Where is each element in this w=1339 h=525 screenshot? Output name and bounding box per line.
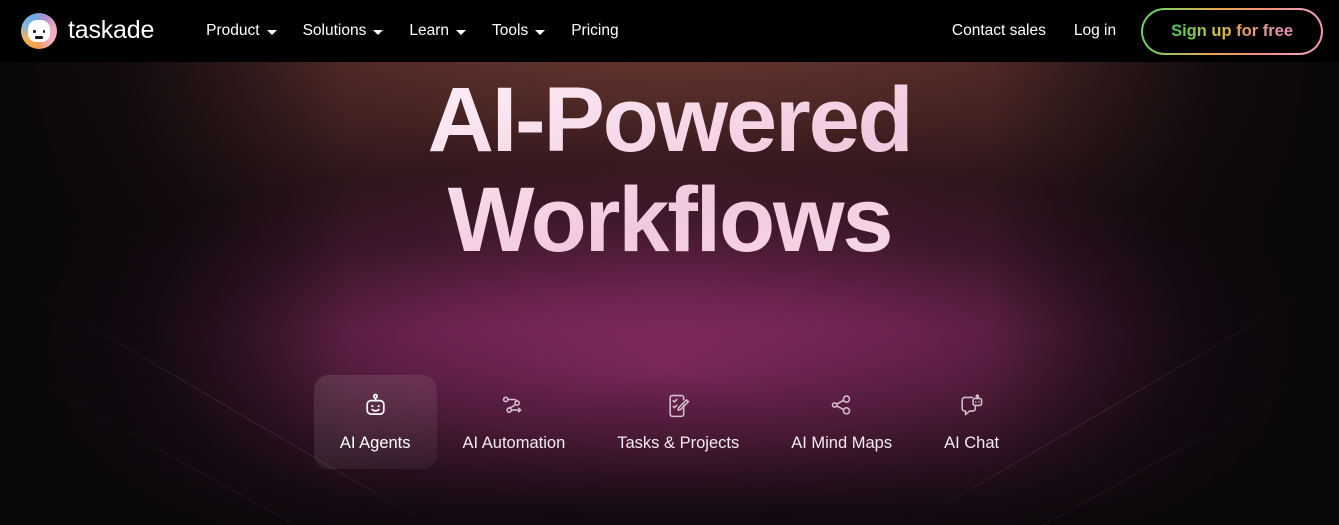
taskade-logo-icon bbox=[21, 13, 57, 49]
feature-tabs: AI Agents AI Automation Tasks & Projects… bbox=[0, 375, 1339, 469]
contact-sales-link[interactable]: Contact sales bbox=[938, 14, 1060, 48]
tab-ai-chat[interactable]: AI Chat bbox=[918, 375, 1025, 469]
nav-item-product[interactable]: Product bbox=[193, 14, 289, 48]
top-navigation-bar: taskade Product Solutions Learn Tools Pr… bbox=[0, 0, 1339, 62]
log-in-link[interactable]: Log in bbox=[1060, 14, 1130, 48]
tab-label: AI Agents bbox=[339, 434, 411, 452]
nav-item-label: Pricing bbox=[571, 22, 619, 39]
tab-tasks-and-projects[interactable]: Tasks & Projects bbox=[591, 375, 765, 469]
nav-item-solutions[interactable]: Solutions bbox=[290, 14, 397, 48]
robot-icon bbox=[362, 392, 389, 420]
brand-logo[interactable]: taskade bbox=[21, 13, 154, 49]
sign-up-button-label: Sign up for free bbox=[1171, 21, 1293, 40]
brand-name: taskade bbox=[68, 15, 155, 44]
nav-item-label: Tools bbox=[492, 22, 529, 39]
chevron-down-icon bbox=[266, 29, 277, 35]
tab-label: Tasks & Projects bbox=[617, 434, 740, 452]
sign-up-button[interactable]: Sign up for free bbox=[1141, 7, 1323, 55]
chat-robot-icon bbox=[958, 392, 985, 420]
page-root: taskade Product Solutions Learn Tools Pr… bbox=[0, 0, 1339, 525]
checklist-edit-icon bbox=[665, 392, 692, 420]
hero-section: AI-Powered Workflows AI Agents AI Automa… bbox=[0, 62, 1339, 525]
tab-label: AI Chat bbox=[944, 434, 1000, 452]
nav-item-learn[interactable]: Learn bbox=[396, 14, 479, 48]
tab-label: AI Automation bbox=[462, 434, 566, 452]
nav-item-pricing[interactable]: Pricing bbox=[558, 14, 631, 48]
nav-item-label: Product bbox=[206, 22, 260, 39]
chevron-down-icon bbox=[373, 29, 384, 35]
nav-item-label: Learn bbox=[409, 22, 450, 39]
tab-label: AI Mind Maps bbox=[791, 434, 893, 452]
chevron-down-icon bbox=[535, 29, 546, 35]
secondary-nav: Contact sales Log in Sign up for free bbox=[938, 7, 1323, 55]
primary-nav: Product Solutions Learn Tools Pricing bbox=[193, 14, 631, 48]
nav-item-tools[interactable]: Tools bbox=[479, 14, 558, 48]
chevron-down-icon bbox=[456, 29, 467, 35]
headline-line-1: AI-Powered bbox=[427, 69, 912, 171]
page-title: AI-Powered Workflows bbox=[427, 74, 911, 266]
tab-ai-mind-maps[interactable]: AI Mind Maps bbox=[765, 375, 918, 469]
headline-line-2: Workflows bbox=[447, 169, 892, 271]
workflow-path-icon bbox=[500, 392, 527, 420]
share-nodes-icon bbox=[828, 392, 855, 420]
tab-ai-agents[interactable]: AI Agents bbox=[313, 375, 437, 469]
nav-item-label: Solutions bbox=[302, 22, 367, 39]
tab-ai-automation[interactable]: AI Automation bbox=[437, 375, 592, 469]
